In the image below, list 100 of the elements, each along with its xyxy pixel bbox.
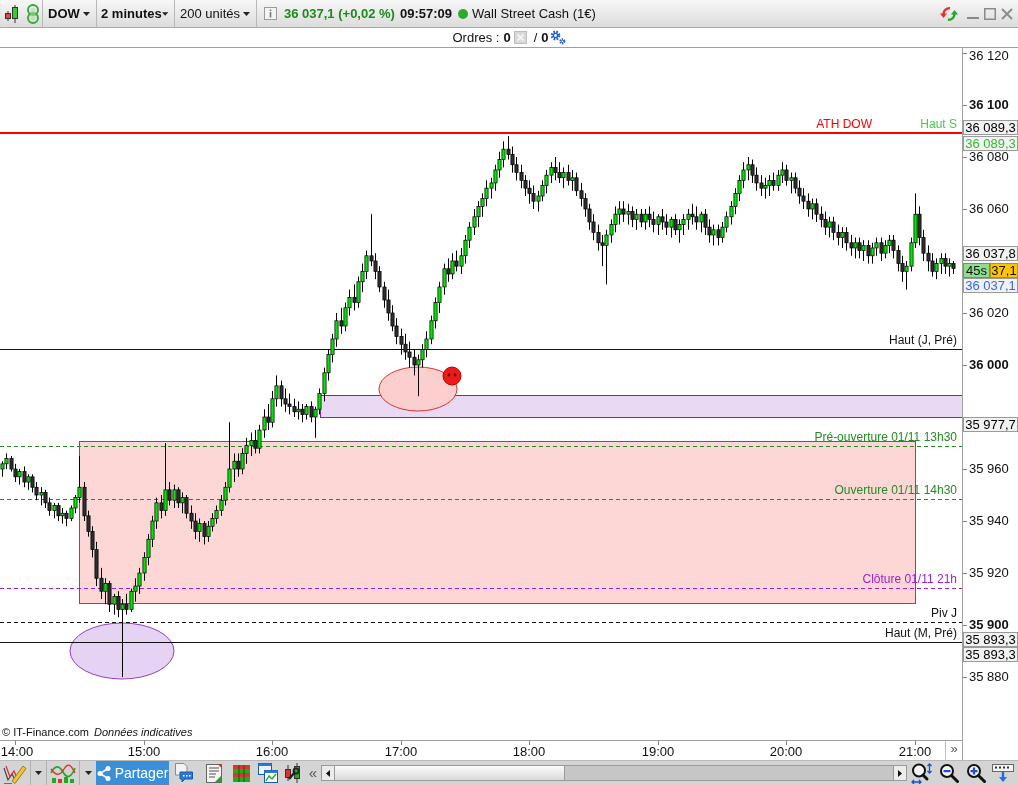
maximize-icon: [984, 7, 996, 20]
time-label: 20:00: [769, 744, 803, 759]
candlestick: [630, 205, 635, 228]
time-label: 15:00: [127, 744, 161, 759]
caret-icon: [83, 11, 90, 16]
candlestick: [870, 242, 875, 265]
quote-text: 36 037,1 (+0,02 %): [284, 4, 395, 23]
line-chart-icon: [50, 763, 76, 783]
candlestick: [647, 205, 652, 228]
candlestick: [527, 179, 532, 205]
candlestick: [677, 218, 682, 244]
cancel-icon: [513, 31, 527, 44]
candlestick: [827, 216, 832, 239]
time-label: 16:00: [255, 744, 289, 759]
candlestick: [120, 598, 125, 678]
period-dropdown[interactable]: 2 minutes: [97, 0, 175, 27]
right-triangle-icon: [898, 769, 902, 777]
candlestick-icon: [4, 4, 20, 23]
last-price-tag: 37,1: [990, 263, 1018, 278]
chat-bubble-icon: [174, 763, 194, 783]
candlestick: [634, 208, 639, 231]
price-tick-label: 36 020: [969, 306, 1009, 320]
copyright-text: © IT-Finance.com: [2, 726, 89, 738]
chain-link-icon: [27, 3, 39, 24]
drawing-tools-button[interactable]: [0, 761, 31, 785]
symbol-dropdown[interactable]: DOW: [43, 0, 97, 27]
price-tick-label: 35 900: [969, 618, 1009, 632]
candlestick: [831, 216, 836, 241]
price-tick-label: 36 120: [969, 49, 1009, 63]
candlestick: [840, 226, 845, 249]
price-tick-label: 36 060: [969, 202, 1009, 216]
level-label: Pré-ouverture 01/11 13h30: [814, 430, 957, 444]
candlestick: [180, 491, 185, 514]
keyboard-down-icon: [992, 764, 1014, 782]
candlestick: [660, 208, 665, 231]
zoom-out-icon: [938, 763, 959, 783]
info-icon: [264, 7, 277, 20]
candlestick: [711, 224, 716, 246]
info-button[interactable]: [264, 7, 277, 20]
price-tag: 35 893,3: [963, 647, 1018, 662]
zoom-in-icon: [965, 763, 986, 783]
scroll-right-button[interactable]: [893, 766, 906, 780]
level-label: Haut S: [920, 117, 957, 131]
candlestick: [844, 226, 849, 252]
scrollbar-thumb[interactable]: [335, 766, 565, 780]
time-label: 18:00: [512, 744, 546, 759]
orders-separator: /: [533, 28, 538, 47]
notepad-icon: [205, 763, 222, 783]
orders-count: 0: [503, 28, 511, 47]
price-tick-label: 35 960: [969, 462, 1009, 476]
disclaimer-text: Données indicatives: [93, 726, 193, 738]
candlestick: [694, 205, 699, 231]
candlestick: [810, 198, 815, 220]
candlestick: [450, 252, 455, 280]
price-tag: 36 037,1: [963, 278, 1018, 293]
windows-button[interactable]: [255, 761, 281, 785]
candlestick: [784, 164, 789, 187]
time-label: 19:00: [641, 744, 675, 759]
candlestick: [163, 442, 168, 517]
zoom-fit-icon: [910, 762, 932, 784]
price-tag: 36 037,8: [963, 246, 1018, 261]
time-label: 14:00: [0, 744, 34, 759]
pending-count: 0: [541, 28, 549, 47]
candlestick: [853, 237, 858, 259]
refresh-icon: [939, 4, 959, 23]
order-settings-button[interactable]: [549, 30, 566, 45]
clock-text: 09:57:09: [399, 4, 452, 23]
candlestick: [570, 169, 575, 192]
price-tag: 35 977,7: [963, 417, 1018, 432]
share-icon: [96, 765, 111, 781]
candlestick: [763, 177, 768, 200]
time-label: 21:00: [898, 744, 932, 759]
time-label: 17:00: [384, 744, 418, 759]
price-tag: 36 089,3: [963, 120, 1018, 135]
level-label: Piv J: [931, 606, 957, 620]
level-label: Haut (M, Pré): [885, 626, 957, 640]
close-icon: [1001, 7, 1013, 20]
caret-icon: [243, 11, 250, 16]
countdown-tag: 45s: [963, 263, 990, 278]
caret-icon: [84, 771, 92, 775]
market-name: Wall Street Cash (1€): [472, 4, 596, 23]
candlestick: [253, 429, 258, 454]
settings-icon: [549, 30, 566, 45]
candlestick: [557, 161, 562, 184]
orders-label: Ordres :: [452, 28, 500, 47]
candlestick: [107, 580, 112, 613]
price-tag: 35 893,3: [963, 632, 1018, 647]
candlestick: [553, 156, 558, 181]
left-triangle-icon: [326, 769, 330, 777]
candlestick: [103, 577, 108, 605]
price-tick-label: 36 080: [969, 150, 1009, 164]
price-tick-label: 35 920: [969, 566, 1009, 580]
scroll-back-button[interactable]: «: [305, 761, 321, 785]
candlestick: [934, 257, 939, 280]
price-tick-label: 36 000: [969, 358, 1009, 372]
candlestick: [296, 400, 301, 421]
scroll-left-button[interactable]: [322, 766, 335, 780]
price-tick-label: 35 940: [969, 514, 1009, 528]
candlestick: [857, 237, 862, 259]
quantity-dropdown[interactable]: 200 unités: [175, 0, 257, 27]
